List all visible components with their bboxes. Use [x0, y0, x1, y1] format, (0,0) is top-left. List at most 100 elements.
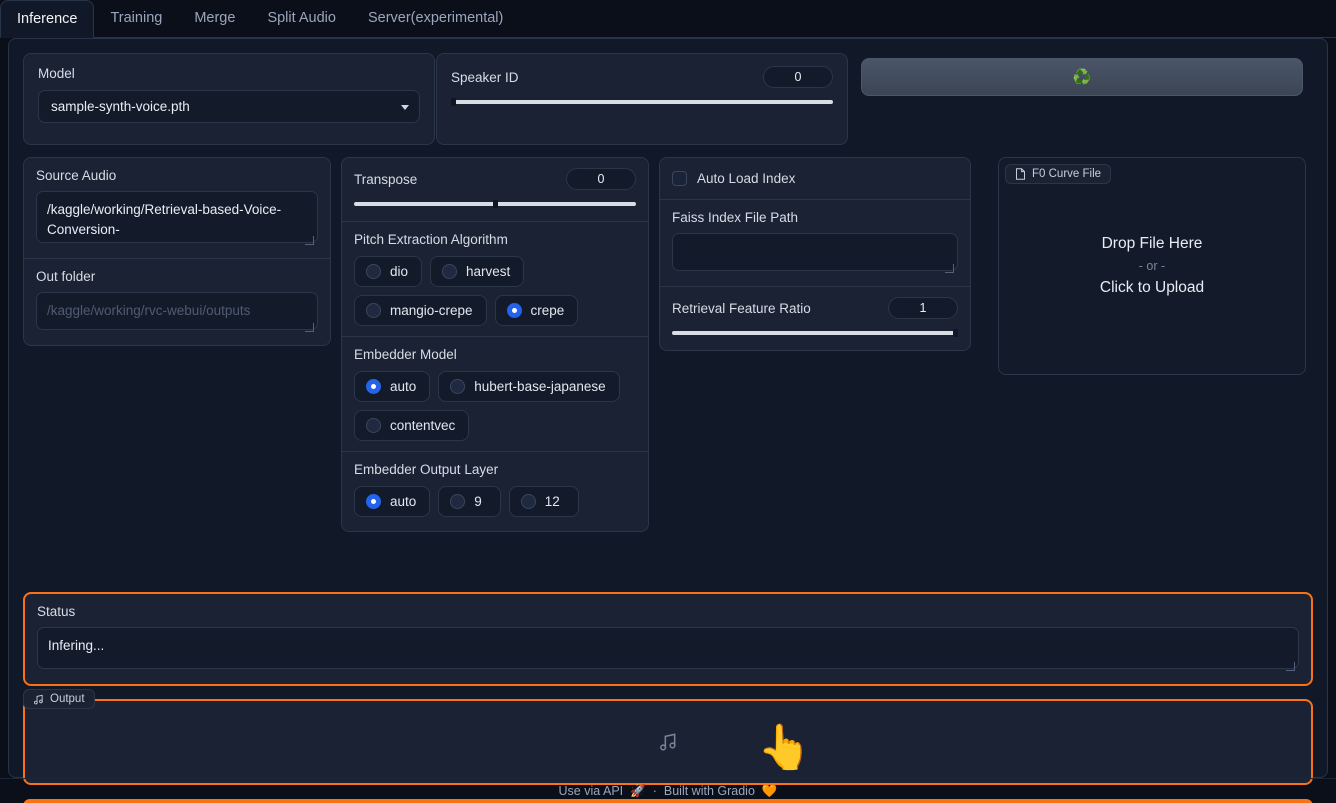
drop-file-text: Drop File Here: [1101, 235, 1203, 252]
output-group[interactable]: Output: [23, 689, 1313, 785]
auto-load-index-block: Auto Load Index: [660, 158, 970, 199]
click-to-upload-text: Click to Upload: [1099, 279, 1205, 296]
app-root: Inference Training Merge Split Audio Ser…: [0, 0, 1336, 803]
radio-dio[interactable]: dio: [354, 256, 423, 287]
tab-merge[interactable]: Merge: [178, 0, 251, 37]
f0-curve-file-label: F0 Curve File: [1005, 164, 1112, 184]
radio-dio-label: dio: [390, 264, 409, 279]
transpose-number-input[interactable]: [566, 168, 636, 190]
radio-layer-9[interactable]: 9: [438, 486, 501, 517]
or-text: - or -: [1138, 259, 1166, 273]
source-audio-label: Source Audio: [36, 168, 117, 183]
retrieval-ratio-label: Retrieval Feature Ratio: [672, 300, 811, 316]
out-folder-label: Out folder: [36, 269, 96, 284]
radio-dot-icon: [520, 494, 536, 509]
audio-paths-group: Source Audio Out folder: [23, 157, 331, 346]
radio-harvest[interactable]: harvest: [430, 256, 525, 287]
f0-curve-wrap: F0 Curve File Drop File Here - or - Clic…: [998, 157, 1306, 375]
model-dropdown-value: sample-synth-voice.pth: [51, 99, 190, 114]
tab-inference[interactable]: Inference: [0, 0, 95, 38]
transpose-block: Transpose: [342, 158, 648, 221]
embedder-output-layer-label: Embedder Output Layer: [354, 462, 499, 477]
radio-dot-icon: [366, 494, 381, 509]
auto-load-index-checkbox[interactable]: Auto Load Index: [672, 171, 958, 186]
transpose-slider-thumb[interactable]: [492, 200, 498, 208]
tab-training[interactable]: Training: [94, 0, 178, 37]
radio-dot-icon: [450, 494, 466, 509]
radio-layer-auto[interactable]: auto: [354, 486, 431, 517]
radio-dot-icon: [366, 264, 381, 279]
refresh-button[interactable]: ♻️: [861, 58, 1303, 96]
speaker-id-label: Speaker ID: [451, 69, 519, 85]
radio-crepe-label: crepe: [530, 303, 565, 318]
faiss-index-input[interactable]: [672, 233, 958, 271]
radio-layer-auto-label: auto: [390, 494, 417, 509]
output-music-note-icon: [660, 733, 676, 751]
footer: Use via API 🚀 · Built with Gradio 🧡: [0, 778, 1336, 803]
radio-dot-icon: [506, 303, 522, 318]
tab-server-label: Server(experimental): [367, 10, 504, 26]
speaker-id-slider[interactable]: [451, 98, 833, 106]
retrieval-ratio-number-input[interactable]: [888, 297, 958, 319]
index-settings-group: Auto Load Index Faiss Index File Path Re…: [659, 157, 971, 351]
embedder-model-block: Embedder Model auto hubert-base-japanese: [342, 337, 648, 451]
footer-separator: ·: [652, 784, 657, 798]
status-textarea[interactable]: [37, 627, 1299, 669]
speaker-id-slider-thumb[interactable]: [451, 98, 456, 106]
radio-layer-12[interactable]: 12: [508, 486, 579, 517]
radio-crepe[interactable]: crepe: [494, 295, 579, 326]
radio-dot-icon: [450, 379, 466, 394]
radio-dot-icon: [442, 264, 458, 279]
transpose-label: Transpose: [354, 171, 418, 187]
tab-inference-label: Inference: [17, 11, 78, 27]
retrieval-ratio-slider-thumb[interactable]: [953, 329, 958, 337]
built-with-gradio-link[interactable]: Built with Gradio: [664, 784, 755, 798]
model-dropdown[interactable]: sample-synth-voice.pth: [38, 90, 420, 123]
transpose-slider[interactable]: [354, 200, 636, 208]
tab-bar: Inference Training Merge Split Audio Ser…: [0, 0, 1336, 38]
inference-panel: Model sample-synth-voice.pth Speaker ID: [8, 38, 1328, 803]
model-label: Model: [38, 66, 75, 81]
file-icon: [1016, 168, 1025, 180]
f0-curve-upload[interactable]: F0 Curve File Drop File Here - or - Clic…: [998, 157, 1306, 375]
tab-split-audio[interactable]: Split Audio: [251, 0, 352, 37]
out-folder-input[interactable]: [36, 292, 318, 330]
radio-layer-12-label: 12: [544, 494, 560, 509]
radio-dot-icon: [366, 418, 381, 433]
radio-layer-9-label: 9: [474, 494, 482, 509]
source-audio-input[interactable]: [36, 191, 318, 243]
pitch-extraction-radios: dio harvest mangio-crepe crepe: [354, 256, 636, 326]
refresh-wrap: ♻️: [861, 53, 1303, 96]
status-label: Status: [37, 604, 76, 619]
tab-merge-label: Merge: [194, 10, 236, 26]
speaker-id-group: Speaker ID: [436, 53, 848, 145]
checkbox-icon: [672, 171, 687, 186]
radio-contentvec[interactable]: contentvec: [354, 410, 470, 441]
radio-hubert-base-japanese-label: hubert-base-japanese: [474, 379, 606, 394]
embedder-output-layer-radios: auto 9 12: [354, 486, 636, 517]
radio-mangio-crepe[interactable]: mangio-crepe: [354, 295, 487, 326]
embedder-output-layer-block: Embedder Output Layer auto 9 12: [342, 452, 648, 531]
embedder-model-radios: auto hubert-base-japanese contentvec: [354, 371, 636, 441]
retrieval-ratio-slider[interactable]: [672, 329, 958, 337]
radio-embedder-auto[interactable]: auto: [354, 371, 431, 402]
radio-mangio-crepe-label: mangio-crepe: [390, 303, 473, 318]
retrieval-ratio-slider-track: [672, 331, 958, 335]
faiss-index-label: Faiss Index File Path: [672, 210, 799, 225]
source-audio-block: Source Audio: [24, 158, 330, 258]
auto-load-index-label: Auto Load Index: [697, 171, 796, 186]
use-via-api-link[interactable]: Use via API: [559, 784, 624, 798]
pitch-extraction-label: Pitch Extraction Algorithm: [354, 232, 508, 247]
faiss-index-block: Faiss Index File Path: [660, 200, 970, 286]
chevron-down-icon: [401, 104, 409, 110]
radio-harvest-label: harvest: [466, 264, 511, 279]
radio-dot-icon: [366, 303, 381, 318]
tab-server[interactable]: Server(experimental): [352, 0, 519, 37]
out-folder-block: Out folder: [24, 259, 330, 345]
radio-hubert-base-japanese[interactable]: hubert-base-japanese: [438, 371, 620, 402]
radio-contentvec-label: contentvec: [390, 418, 456, 433]
model-group: Model sample-synth-voice.pth: [23, 53, 435, 145]
speaker-id-number-input[interactable]: [763, 66, 833, 88]
radio-embedder-auto-label: auto: [390, 379, 417, 394]
music-note-icon: [34, 694, 43, 704]
